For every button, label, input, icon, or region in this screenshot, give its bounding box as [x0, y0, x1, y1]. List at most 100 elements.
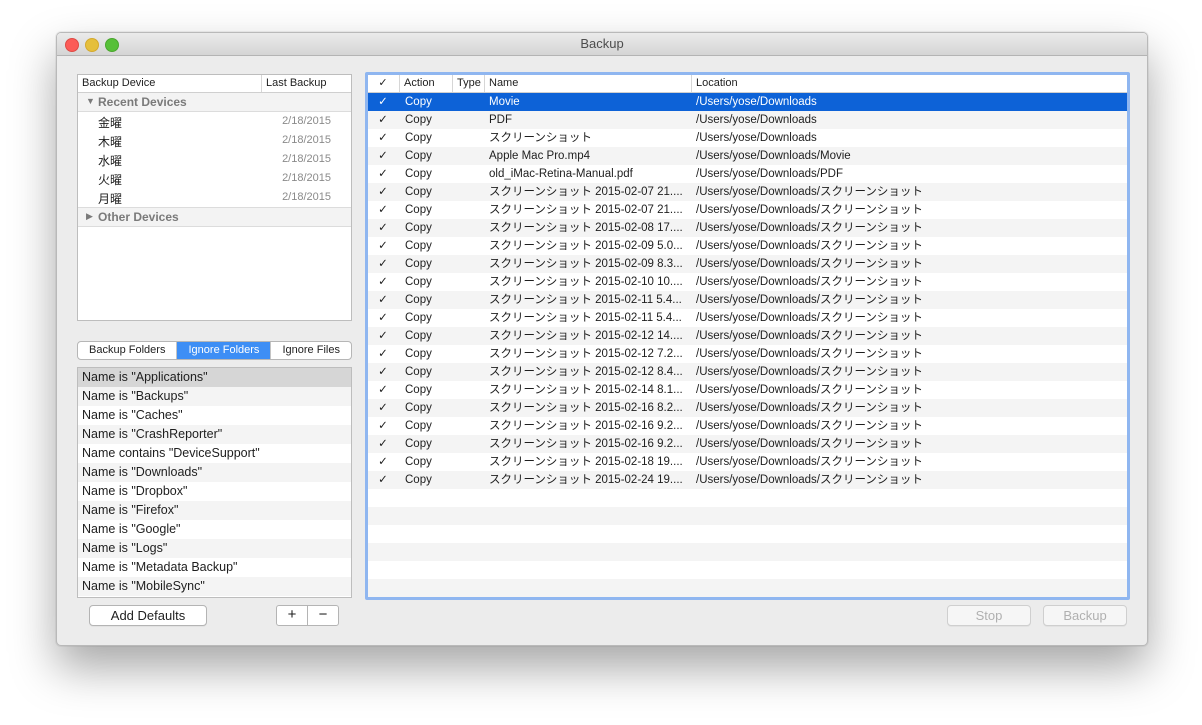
title-bar[interactable]: Backup: [57, 33, 1147, 56]
column-header-last-backup[interactable]: Last Backup: [261, 75, 327, 92]
include-checkbox[interactable]: ✓: [368, 381, 398, 399]
file-row[interactable]: ✓ Copy スクリーンショット 2015-02-16 9.2... /Users/y…: [368, 417, 1127, 435]
include-checkbox[interactable]: ✓: [368, 183, 398, 201]
tab-ignore-files[interactable]: Ignore Files: [271, 342, 351, 359]
file-action: Copy: [405, 384, 432, 396]
device-last-backup: 2/18/2015: [282, 172, 331, 184]
file-action: Copy: [405, 276, 432, 288]
file-action: Copy: [405, 168, 432, 180]
column-header-location[interactable]: Location: [691, 75, 1116, 92]
include-checkbox[interactable]: ✓: [368, 93, 398, 111]
file-row[interactable]: ✓ Copy スクリーンショット 2015-02-07 21.... /Users/y…: [368, 201, 1127, 219]
include-checkbox[interactable]: ✓: [368, 363, 398, 381]
include-checkbox[interactable]: ✓: [368, 111, 398, 129]
file-row[interactable]: ✓ Copy スクリーンショット 2015-02-18 19.... /Users/y…: [368, 453, 1127, 471]
file-row[interactable]: ✓ Copy スクリーンショット 2015-02-16 9.2... /Users/y…: [368, 435, 1127, 453]
file-row[interactable]: ✓ Copy スクリーンショット 2015-02-09 8.3... /Users/y…: [368, 255, 1127, 273]
column-header-check[interactable]: ✓: [368, 75, 398, 92]
file-location: /Users/yose/Downloads/スクリーンショット: [696, 276, 923, 288]
device-row[interactable]: 木曜 2/18/2015: [78, 131, 351, 150]
include-checkbox[interactable]: ✓: [368, 453, 398, 471]
file-row[interactable]: ✓ Copy スクリーンショット 2015-02-24 19.... /Users/y…: [368, 471, 1127, 489]
file-name: スクリーンショット 2015-02-18 19....: [489, 456, 683, 468]
disclosure-triangle-down-icon[interactable]: ▼: [86, 96, 95, 106]
disclosure-triangle-right-icon[interactable]: ▶: [86, 211, 93, 222]
ignore-rule-item[interactable]: Name is "MobileSync": [78, 577, 351, 596]
file-location: /Users/yose/Downloads/スクリーンショット: [696, 366, 923, 378]
file-action: Copy: [405, 132, 432, 144]
file-list-table[interactable]: ✓ Action Type Name Location ✓ Copy Movie/U…: [365, 72, 1130, 600]
add-rule-button[interactable]: +: [277, 606, 308, 625]
file-row[interactable]: ✓ Copy スクリーンショット 2015-02-14 8.1... /Users/y…: [368, 381, 1127, 399]
device-row[interactable]: 水曜 2/18/2015: [78, 150, 351, 169]
file-action: Copy: [405, 312, 432, 324]
file-location: /Users/yose/Downloads: [696, 96, 817, 108]
stop-button[interactable]: Stop: [947, 605, 1031, 626]
include-checkbox[interactable]: ✓: [368, 309, 398, 327]
include-checkbox[interactable]: ✓: [368, 219, 398, 237]
file-row[interactable]: ✓ Copy スクリーンショット 2015-02-10 10.... /Users/y…: [368, 273, 1127, 291]
ignore-rule-item[interactable]: Name is "Backups": [78, 387, 351, 406]
file-row[interactable]: ✓ Copy Apple Mac Pro.mp4/Users/yose/Downlo…: [368, 147, 1127, 165]
ignore-rule-item[interactable]: Name is "Metadata Backup": [78, 558, 351, 577]
tab-backup-folders[interactable]: Backup Folders: [78, 342, 178, 359]
remove-rule-button[interactable]: −: [308, 606, 338, 625]
file-name: スクリーンショット 2015-02-12 14....: [489, 330, 683, 342]
device-row[interactable]: 金曜 2/18/2015: [78, 112, 351, 131]
device-row[interactable]: 月曜 2/18/2015: [78, 188, 351, 207]
ignore-rules-list[interactable]: Name is "Applications" Name is "Backups" N…: [77, 367, 352, 598]
file-row[interactable]: ✓ Copy スクリーンショット 2015-02-08 17.... /Users/y…: [368, 219, 1127, 237]
device-row[interactable]: 火曜 2/18/2015: [78, 169, 351, 188]
column-header-backup-device[interactable]: Backup Device: [82, 77, 155, 89]
include-checkbox[interactable]: ✓: [368, 165, 398, 183]
ignore-rule-item[interactable]: Name is "Applications": [78, 368, 351, 387]
ignore-rule-item[interactable]: Name is "Firefox": [78, 501, 351, 520]
ignore-rule-item[interactable]: Name is "Caches": [78, 406, 351, 425]
include-checkbox[interactable]: ✓: [368, 237, 398, 255]
ignore-rule-item[interactable]: Name is "Google": [78, 520, 351, 539]
file-action: Copy: [405, 240, 432, 252]
file-row[interactable]: ✓ Copy old_iMac-Retina-Manual.pdf/Users/yo…: [368, 165, 1127, 183]
ignore-rule-item[interactable]: Name is "CrashReporter": [78, 425, 351, 444]
backup-button[interactable]: Backup: [1043, 605, 1127, 626]
file-row[interactable]: ✓ Copy Movie/Users/yose/Downloads: [368, 93, 1127, 111]
file-name: Movie: [489, 96, 520, 108]
file-row[interactable]: ✓ Copy スクリーンショット/Users/yose/Downloads: [368, 129, 1127, 147]
include-checkbox[interactable]: ✓: [368, 345, 398, 363]
file-row[interactable]: ✓ Copy スクリーンショット 2015-02-16 8.2... /Users/y…: [368, 399, 1127, 417]
include-checkbox[interactable]: ✓: [368, 273, 398, 291]
include-checkbox[interactable]: ✓: [368, 129, 398, 147]
include-checkbox[interactable]: ✓: [368, 471, 398, 489]
include-checkbox[interactable]: ✓: [368, 327, 398, 345]
column-header-name[interactable]: Name: [484, 75, 689, 92]
file-row[interactable]: ✓ Copy スクリーンショット 2015-02-07 21.... /Users/y…: [368, 183, 1127, 201]
file-name: old_iMac-Retina-Manual.pdf: [489, 168, 633, 180]
file-row[interactable]: ✓ Copy スクリーンショット 2015-02-12 7.2... /Users/y…: [368, 345, 1127, 363]
include-checkbox[interactable]: ✓: [368, 147, 398, 165]
ignore-rule-item[interactable]: Name is "Logs": [78, 539, 351, 558]
ignore-rule-item[interactable]: Name is "Dropbox": [78, 482, 351, 501]
file-row[interactable]: ✓ Copy スクリーンショット 2015-02-12 8.4... /Users/y…: [368, 363, 1127, 381]
file-row[interactable]: ✓ Copy スクリーンショット 2015-02-12 14.... /Users/y…: [368, 327, 1127, 345]
column-header-type[interactable]: Type: [452, 75, 485, 92]
file-row[interactable]: ✓ Copy スクリーンショット 2015-02-11 5.4... /Users/y…: [368, 291, 1127, 309]
file-name: スクリーンショット: [489, 132, 592, 144]
file-row[interactable]: ✓ Copy スクリーンショット 2015-02-09 5.0... /Users/y…: [368, 237, 1127, 255]
folder-tab-segmented-control[interactable]: Backup Folders Ignore Folders Ignore Files: [77, 341, 352, 360]
include-checkbox[interactable]: ✓: [368, 201, 398, 219]
include-checkbox[interactable]: ✓: [368, 435, 398, 453]
ignore-rule-item[interactable]: Name contains "DeviceSupport": [78, 444, 351, 463]
include-checkbox[interactable]: ✓: [368, 399, 398, 417]
file-row[interactable]: ✓ Copy スクリーンショット 2015-02-11 5.4... /Users/y…: [368, 309, 1127, 327]
backup-device-table[interactable]: Backup Device Last Backup ▼ Recent Devic…: [77, 74, 352, 321]
file-row[interactable]: ✓ Copy PDF/Users/yose/Downloads: [368, 111, 1127, 129]
include-checkbox[interactable]: ✓: [368, 417, 398, 435]
ignore-rule-item[interactable]: Name is "Downloads": [78, 463, 351, 482]
tab-ignore-folders[interactable]: Ignore Folders: [177, 342, 272, 359]
include-checkbox[interactable]: ✓: [368, 291, 398, 309]
include-checkbox[interactable]: ✓: [368, 255, 398, 273]
add-defaults-button[interactable]: Add Defaults: [89, 605, 207, 626]
column-header-action[interactable]: Action: [399, 75, 450, 92]
group-recent-devices[interactable]: ▼ Recent Devices: [78, 93, 351, 112]
group-other-devices[interactable]: ▶ Other Devices: [78, 207, 351, 227]
